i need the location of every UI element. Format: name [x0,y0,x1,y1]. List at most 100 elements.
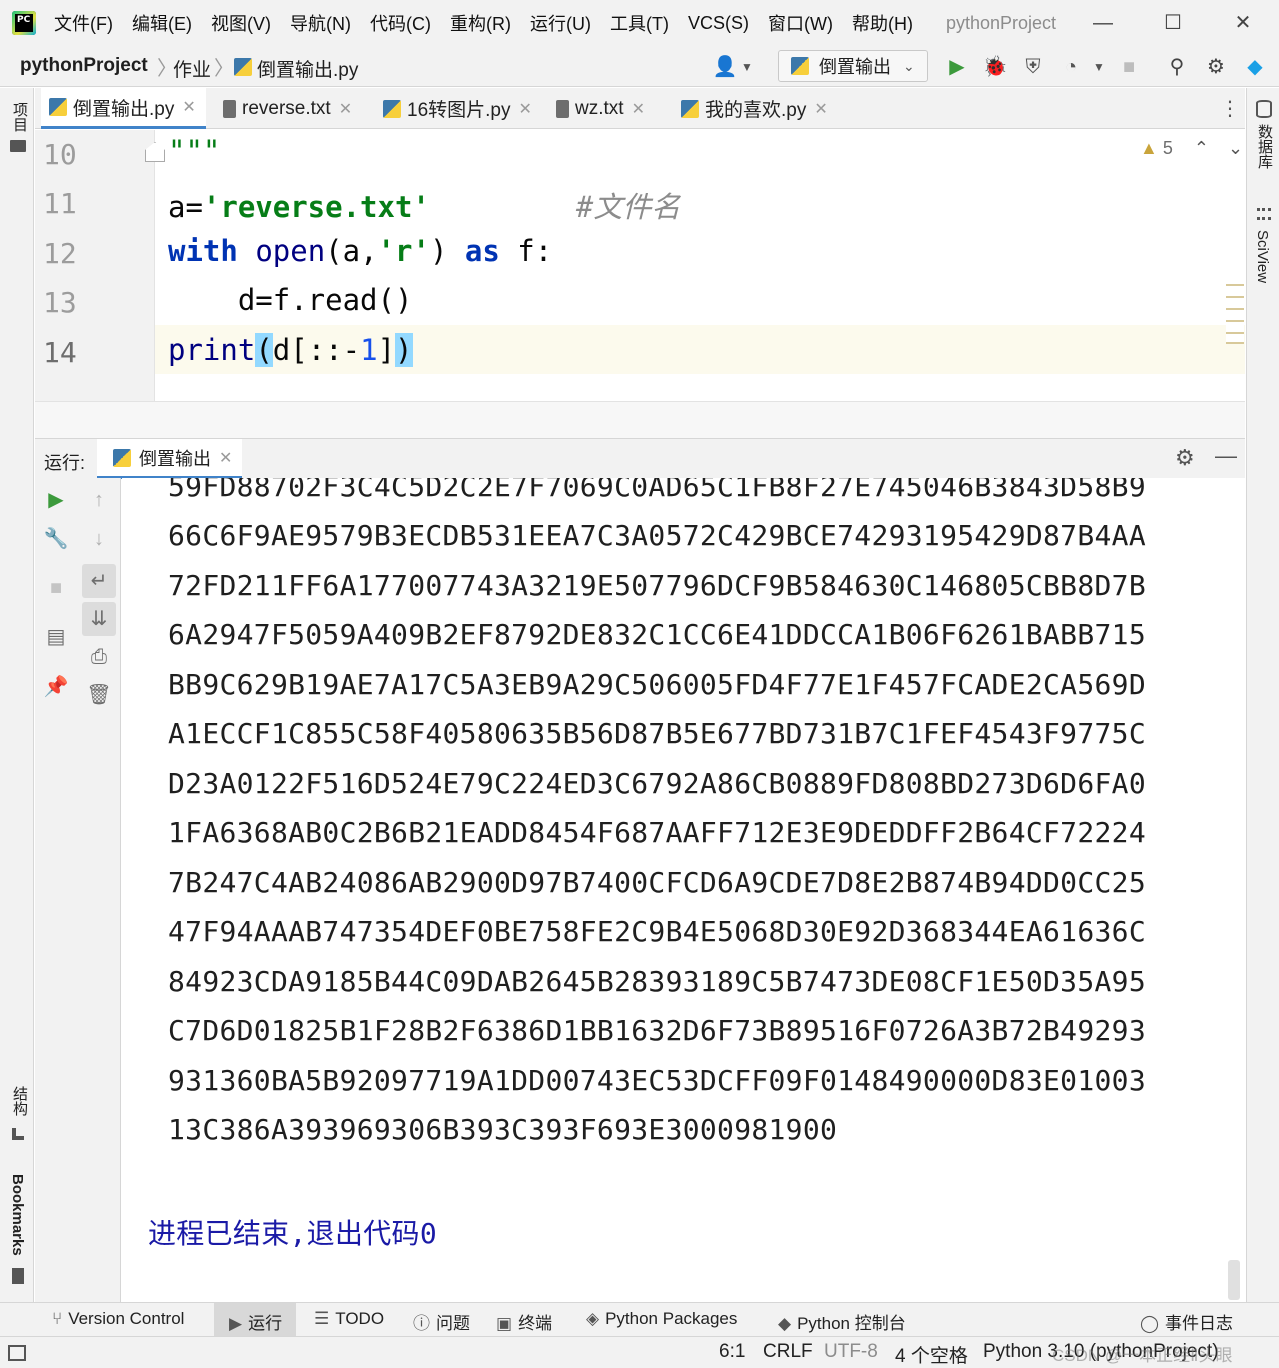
menu-vcs[interactable]: VCS(S) [688,13,749,34]
tab-wz-txt[interactable]: wz.txt ✕ [550,88,651,129]
caret-position[interactable]: 6:1 [719,1341,745,1363]
inspection-widget[interactable]: ▲ 5 ⌃ ⌄ [1140,138,1243,159]
python-file-icon [791,57,809,75]
breadcrumb-project[interactable]: pythonProject [20,55,148,77]
stop-icon[interactable]: ■ [1116,54,1142,80]
toolwindow-label: Version Control [68,1309,185,1328]
menu-tools[interactable]: 工具(T) [610,10,669,36]
database-tool-button[interactable]: 数据库 [1254,124,1275,169]
hide-panel-icon[interactable]: — [1215,443,1237,469]
breadcrumb-folder[interactable]: 作业 [173,55,211,82]
output-line: 47F94AAAB747354DEF0BE758FE2C9B4E5068D30E… [168,915,1146,948]
search-icon[interactable]: ⚲ [1164,54,1190,80]
run-toolbar-secondary: ↑ ↓ ↵ ⇊ ⎙ 🗑 [77,478,121,1302]
wrench-icon[interactable]: 🔧 [43,526,69,552]
gear-icon[interactable]: ⚙ [1203,54,1229,80]
run-icon[interactable]: ▶ [944,54,970,80]
debug-icon[interactable]: 🐞 [982,54,1008,80]
close-icon[interactable]: ✕ [518,99,531,119]
toolwindow-todo[interactable]: ☰ TODO [314,1309,384,1329]
toolwindow-problems[interactable]: ⓘ 问题 [413,1309,470,1334]
menu-code[interactable]: 代码(C) [370,10,431,36]
output-line: 1FA6368AB0C2B6B21EADD8454F687AAFF712E3E9… [168,816,1146,849]
run-icon: ▶ [229,1314,243,1333]
close-icon[interactable]: ✕ [814,99,827,119]
more-tabs-icon[interactable]: ⋮ [1220,96,1240,121]
menu-file[interactable]: 文件(F) [54,10,113,36]
plugin-logo-icon[interactable]: ◆ [1242,54,1268,80]
project-tool-button[interactable]: 项目 [9,102,30,132]
close-icon[interactable]: ✕ [182,97,195,117]
code-line-10: """ [168,134,221,168]
profile-icon[interactable]: ◔ [1058,54,1084,80]
chevron-down-icon[interactable]: ⌄ [1228,138,1243,158]
chevron-down-icon[interactable]: ▼ [1086,54,1112,80]
python-icon: ◆ [778,1314,792,1333]
menu-run[interactable]: 运行(U) [530,10,591,36]
menu-window[interactable]: 窗口(W) [768,10,833,36]
toolwindow-terminal[interactable]: ▣ 终端 [496,1309,552,1334]
pin-icon[interactable]: 📌 [43,674,69,700]
database-icon [1256,100,1272,118]
print-icon[interactable]: ⎙ [86,644,112,670]
breadcrumb-file[interactable]: 倒置输出.py [257,55,358,82]
toolwindow-python-console[interactable]: ◆ Python 控制台 [778,1309,906,1334]
menu-refactor[interactable]: 重构(R) [450,10,511,36]
run-configuration-select[interactable]: 倒置输出 ⌄ [778,50,928,82]
stop-icon[interactable]: ■ [43,575,69,601]
close-icon[interactable]: ✕ [219,448,232,468]
menu-view[interactable]: 视图(V) [211,10,271,36]
code-line-14: print(d[::-1]) [168,333,413,367]
toolwindow-python-packages[interactable]: ◈ Python Packages [586,1309,737,1329]
tab-run-output[interactable]: 倒置输出 ✕ [97,439,243,479]
structure-tool-button[interactable]: 结构 [9,1086,30,1116]
toolwindow-run[interactable]: ▶ 运行 [229,1309,282,1334]
run-toolbar-primary: ▶ 🔧 ■ ▤ 📌 [35,478,77,1302]
code-token: a= [168,190,203,224]
arrow-down-icon[interactable]: ↓ [86,526,112,552]
output-line: 59FD88702F3C4C5D2C2E7F7069C0AD65C1FB8F27… [168,478,1146,503]
indent-setting[interactable]: 4 个空格 [895,1341,968,1368]
toolwindow-label: 事件日志 [1165,1314,1234,1333]
tab-my-favorites-py[interactable]: 我的喜欢.py ✕ [675,88,834,129]
layout-icon[interactable]: ▤ [43,624,69,650]
menu-navigate[interactable]: 导航(N) [290,10,351,36]
output-line: 13C386A393969306B393C393F693E3000981900 [168,1113,838,1146]
file-encoding[interactable]: UTF-8 [824,1341,878,1363]
output-line: 72FD211FF6A177007743A3219E507796DCF9B584… [168,569,1146,602]
minimize-button[interactable]: — [1088,10,1118,36]
trash-icon[interactable]: 🗑 [86,682,112,708]
rerun-icon[interactable]: ▶ [43,487,69,513]
code-token: f: [517,234,553,268]
menu-help[interactable]: 帮助(H) [852,10,913,36]
close-icon[interactable]: ✕ [339,99,352,119]
close-button[interactable]: ✕ [1228,10,1258,36]
console-scrollbar[interactable] [1228,1260,1240,1300]
text-file-icon [223,99,236,118]
maximize-button[interactable]: ☐ [1158,10,1188,36]
console-output[interactable]: 59FD88702F3C4C5D2C2E7F7069C0AD65C1FB8F27… [122,478,1245,1302]
line-separator[interactable]: CRLF [763,1341,813,1363]
chevron-down-icon[interactable]: ▼ [734,54,760,80]
toggle-toolwindows-icon[interactable] [8,1345,26,1361]
breadcrumb-separator: 〉 [214,58,234,80]
coverage-icon[interactable]: ⛨ [1020,54,1046,80]
tab-reverse-txt[interactable]: reverse.txt ✕ [217,88,358,129]
menu-edit[interactable]: 编辑(E) [132,10,192,36]
sciview-tool-button[interactable]: SciView [1254,230,1271,283]
code-editor[interactable]: """ a='reverse.txt' #文件名 with open(a,'r')… [156,130,1245,401]
soft-wrap-icon[interactable]: ↵ [82,564,116,598]
output-line: A1ECCF1C855C58F40580635B56D87B5E677BD731… [168,717,1146,750]
toolwindow-event-log[interactable]: ◯ 事件日志 [1140,1309,1233,1334]
chevron-up-icon[interactable]: ⌃ [1194,138,1209,158]
close-icon[interactable]: ✕ [632,99,645,119]
package-icon: ◈ [586,1309,600,1328]
tab-hex-to-image-py[interactable]: 16转图片.py ✕ [377,88,538,129]
gear-icon[interactable]: ⚙ [1175,445,1195,471]
arrow-up-icon[interactable]: ↑ [86,487,112,513]
tab-reverse-output-py[interactable]: 倒置输出.py ✕ [41,88,206,129]
bookmarks-tool-button[interactable]: Bookmarks [9,1174,26,1256]
toolwindow-version-control[interactable]: ⑂ Version Control [52,1309,184,1329]
line-number: 10 [43,138,77,171]
scroll-to-end-icon[interactable]: ⇊ [82,602,116,636]
